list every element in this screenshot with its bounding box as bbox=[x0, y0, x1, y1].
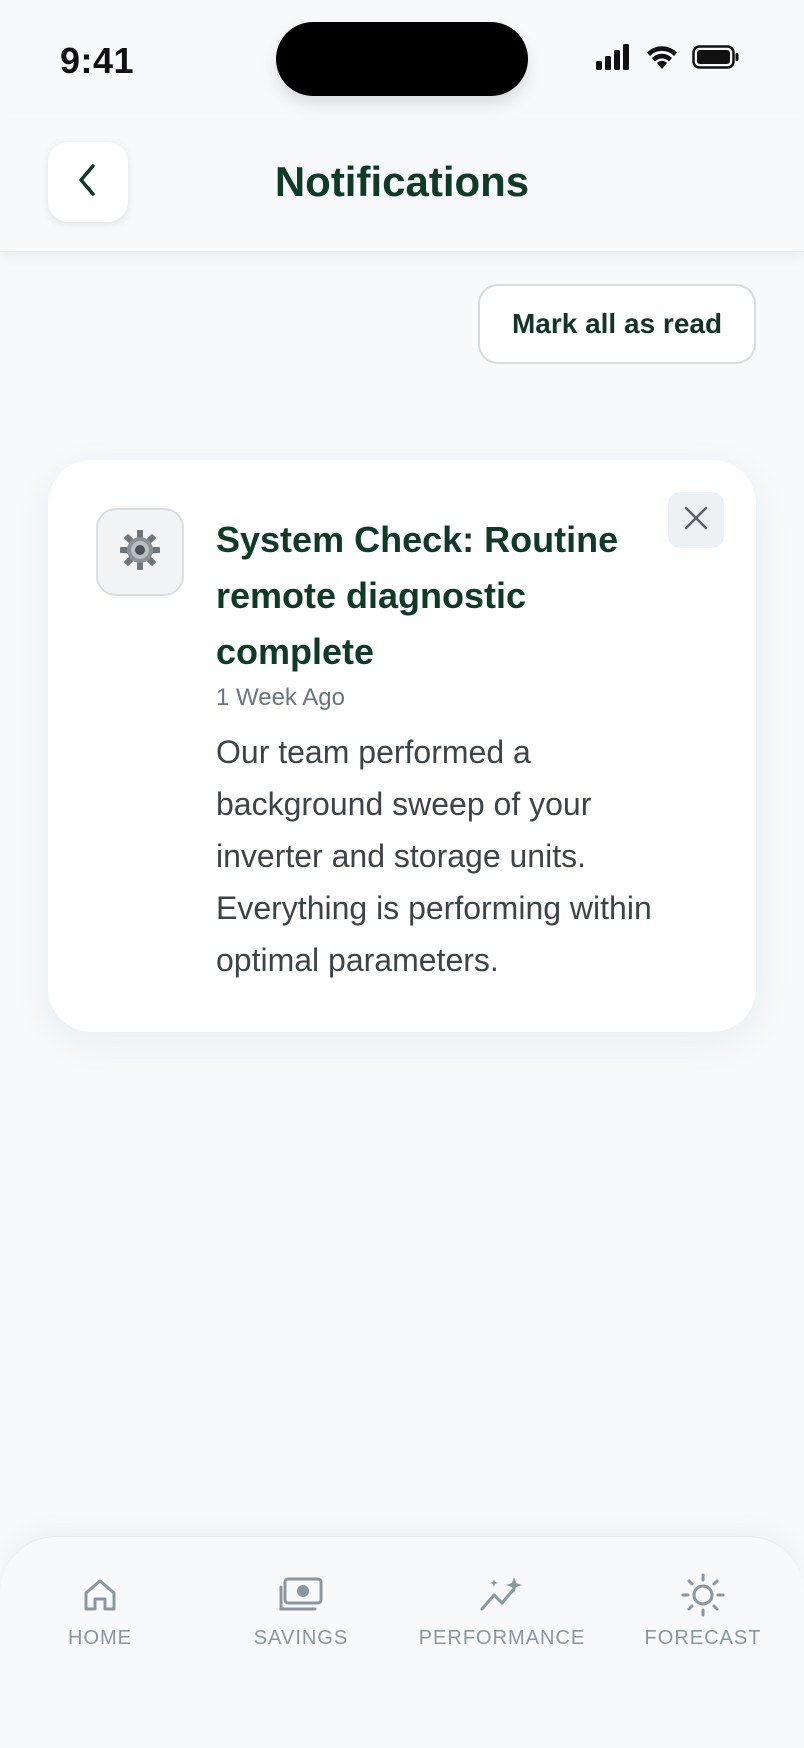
header: Notifications bbox=[0, 120, 804, 252]
signal-icon bbox=[596, 44, 632, 75]
nav-label-performance: PERFORMANCE bbox=[418, 1627, 586, 1649]
notification-title: System Check: Routine remote diagnostic … bbox=[216, 519, 619, 672]
cash-icon bbox=[277, 1571, 325, 1619]
nav-label-forecast: FORECAST bbox=[644, 1627, 762, 1649]
status-bar: 9:41 bbox=[0, 0, 804, 120]
wifi-icon bbox=[646, 44, 678, 75]
notification-body: Our team performed a background sweep of… bbox=[216, 734, 652, 978]
nav-item-forecast[interactable]: FORECAST bbox=[613, 1571, 793, 1671]
bottom-nav: HOME SAVINGS PERFORMANCE FORECAST bbox=[0, 1536, 804, 1748]
nav-item-savings[interactable]: SAVINGS bbox=[211, 1571, 391, 1671]
status-icons bbox=[596, 44, 740, 75]
nav-item-performance[interactable]: PERFORMANCE bbox=[412, 1571, 592, 1671]
close-icon bbox=[683, 505, 709, 536]
notification-card[interactable]: System Check: Routine remote diagnostic … bbox=[48, 460, 756, 1032]
nav-label-savings: SAVINGS bbox=[253, 1627, 349, 1649]
notifications-screen: 9:41 Notifications Mark all as read Syst… bbox=[0, 0, 804, 1748]
nav-item-home[interactable]: HOME bbox=[10, 1571, 190, 1671]
sparkle-chart-icon bbox=[478, 1571, 526, 1619]
gear-icon bbox=[118, 528, 162, 577]
battery-icon bbox=[692, 44, 740, 75]
sun-icon bbox=[679, 1571, 727, 1619]
mark-all-read-button[interactable]: Mark all as read bbox=[478, 284, 756, 364]
nav-label-home: HOME bbox=[68, 1627, 132, 1649]
notification-icon-tile bbox=[96, 508, 184, 596]
notification-timestamp: 1 Week Ago bbox=[216, 684, 345, 711]
dynamic-island bbox=[276, 22, 528, 96]
home-icon bbox=[80, 1571, 120, 1619]
status-time: 9:41 bbox=[60, 40, 135, 81]
page-title: Notifications bbox=[274, 158, 530, 205]
dismiss-button[interactable] bbox=[668, 492, 724, 548]
